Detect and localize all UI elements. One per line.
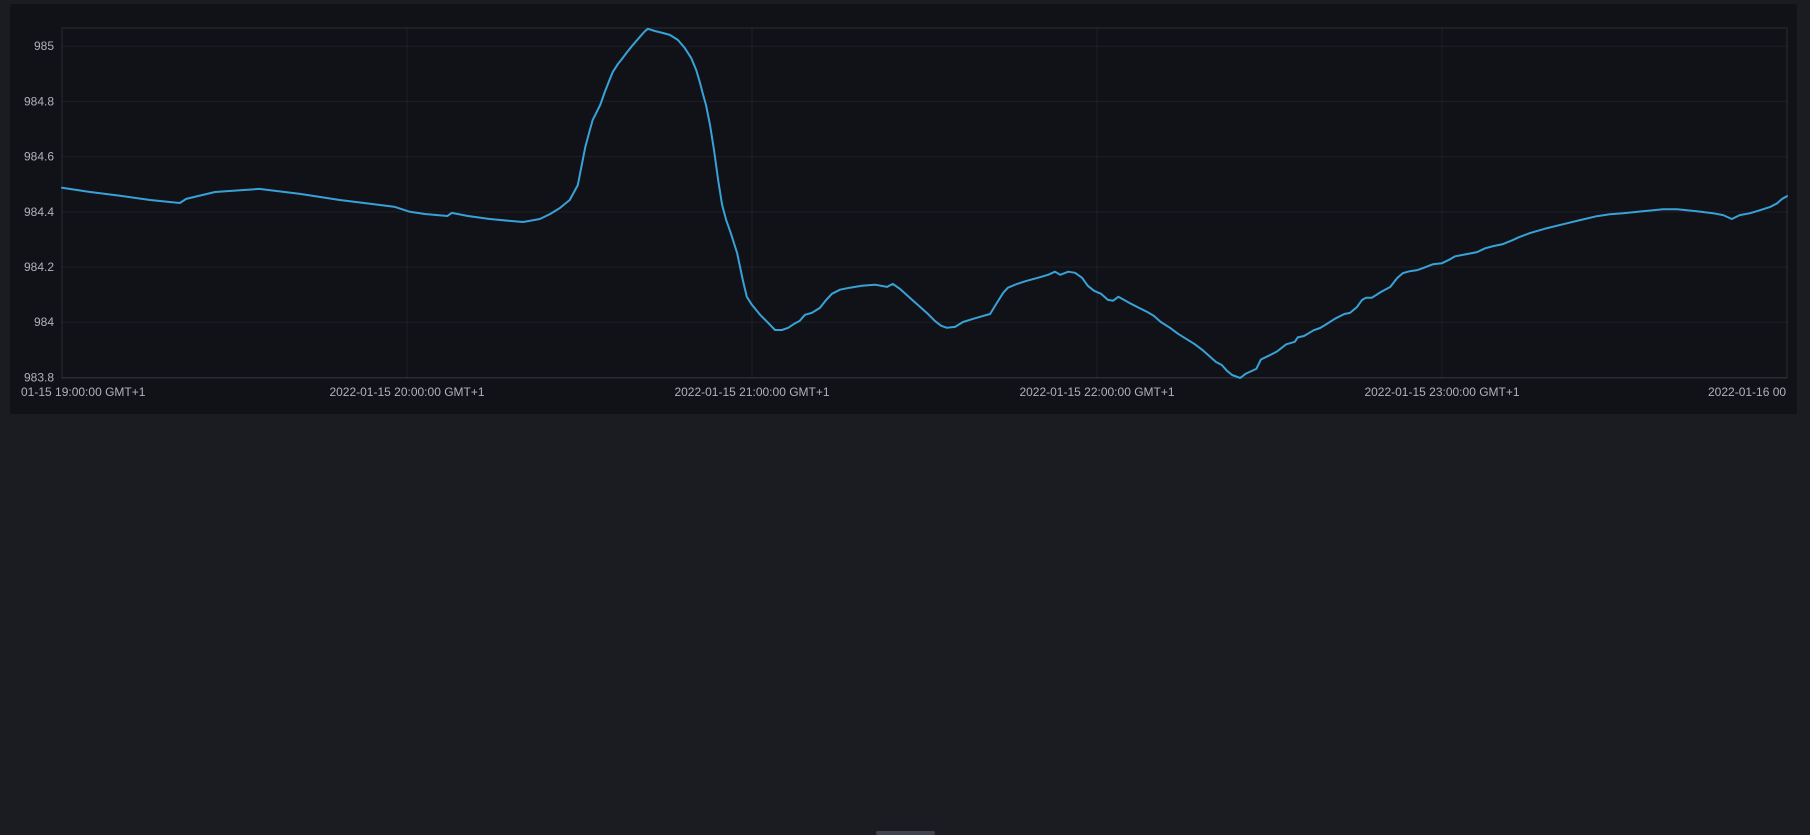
horizontal-scrollbar-thumb[interactable] <box>876 831 935 835</box>
y-axis-tick-label: 983.8 <box>24 370 54 384</box>
horizontal-scrollbar-track[interactable] <box>0 414 1810 422</box>
x-axis-tick-label: 2022-01-15 21:00:00 GMT+1 <box>674 385 829 399</box>
y-axis-tick-label: 984 <box>34 315 54 329</box>
y-axis-tick-label: 985 <box>34 39 54 53</box>
x-axis-tick-label: 2022-01-16 00 <box>1708 385 1786 399</box>
y-axis-tick-label: 984.8 <box>24 94 54 108</box>
x-axis-tick-label: 2022-01-15 20:00:00 GMT+1 <box>329 385 484 399</box>
x-axis-tick-label: 2022-01-15 23:00:00 GMT+1 <box>1364 385 1519 399</box>
plot-area[interactable] <box>62 28 1787 378</box>
y-axis-tick-label: 984.2 <box>24 260 54 274</box>
x-axis-tick-label: 2022-01-15 22:00:00 GMT+1 <box>1019 385 1174 399</box>
time-series-chart: 985 984.8 984.6 984.4 984.2 984 983.801-15 19:… <box>0 0 1810 422</box>
page-root: { "theme": { "page_background": "#1b1c21… <box>0 0 1810 422</box>
x-axis-tick-label: 01-15 19:00:00 GMT+1 <box>21 385 146 399</box>
y-axis-tick-label: 984.6 <box>24 150 54 164</box>
y-axis-tick-label: 984.4 <box>24 205 54 219</box>
